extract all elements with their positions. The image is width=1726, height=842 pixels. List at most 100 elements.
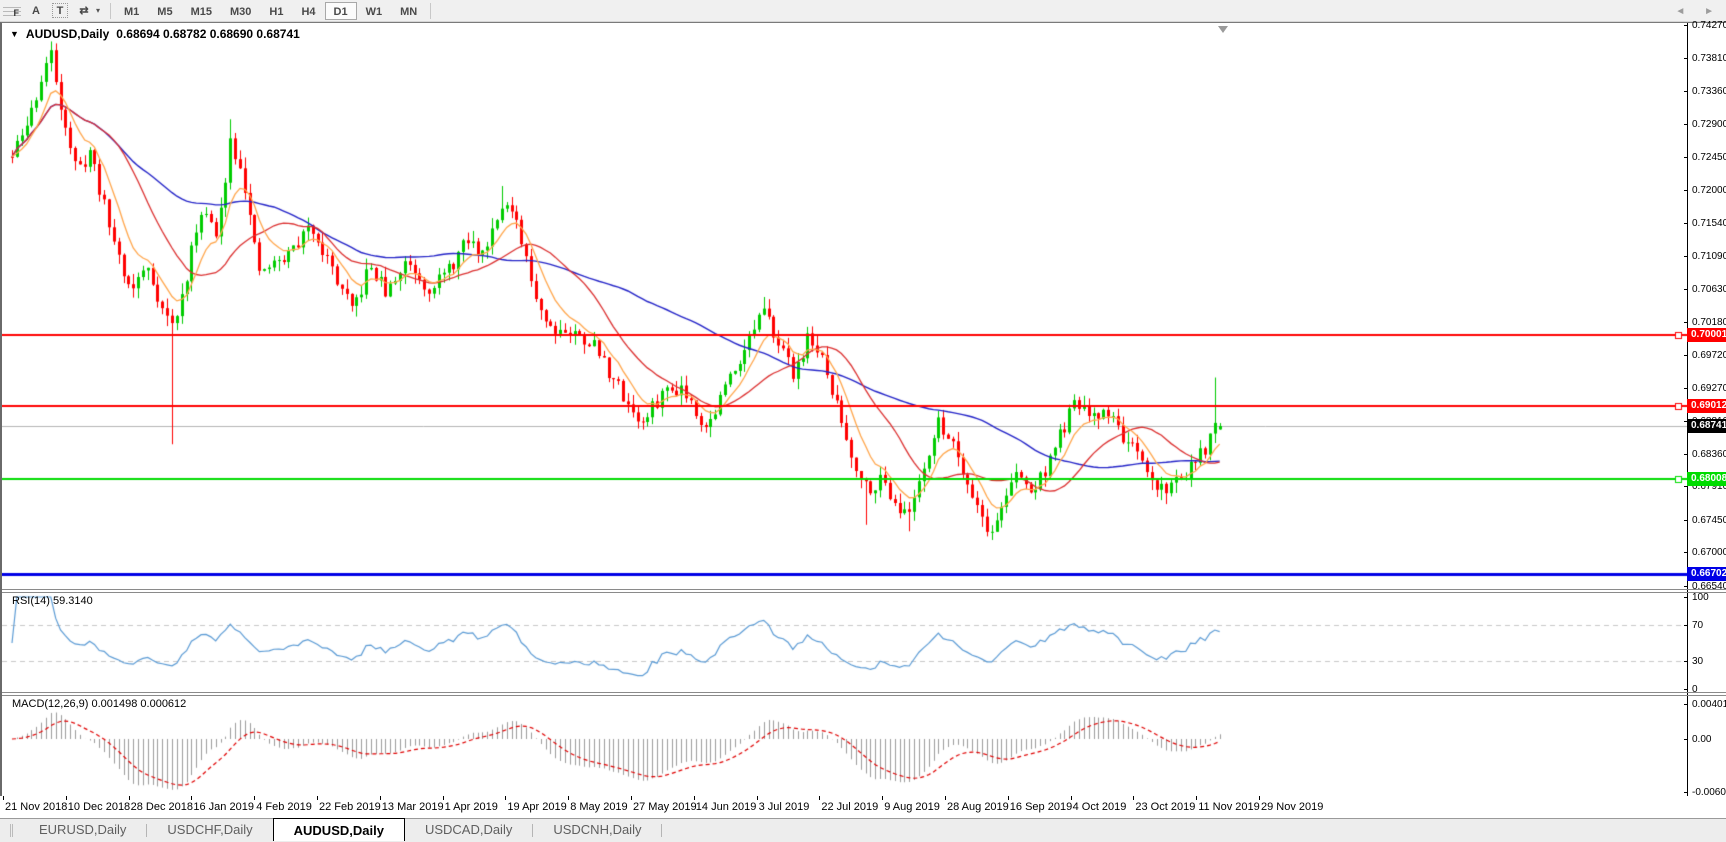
toolbar: F A T ⇄ ▾ M1M5M15M30H1H4D1W1MN <box>0 0 1726 22</box>
toolbar-separator <box>110 3 111 19</box>
pane-splitter[interactable] <box>2 592 1726 593</box>
level-price-label: 0.68008 <box>1687 472 1726 486</box>
date-tick <box>191 796 192 800</box>
date-tick <box>317 796 318 800</box>
date-tick <box>819 796 820 800</box>
price-tick: 0.67450 <box>1688 514 1726 527</box>
price-tick: 0.73810 <box>1688 52 1726 65</box>
text-label-icon[interactable]: A <box>25 2 47 20</box>
chart-tab-bar: EURUSD,DailyUSDCHF,DailyAUDUSD,DailyUSDC… <box>0 818 1726 842</box>
level-price-label: 0.66702 <box>1687 567 1726 581</box>
timeframe-button-h4[interactable]: H4 <box>292 2 324 20</box>
date-label: 22 Jul 2019 <box>821 801 878 813</box>
fibonacci-icon[interactable]: F <box>1 2 23 20</box>
chart-tab-audusd[interactable]: AUDUSD,Daily <box>273 818 405 841</box>
date-label: 28 Aug 2019 <box>947 801 1009 813</box>
tabbar-grip <box>10 824 13 837</box>
symbol-dropdown-icon[interactable]: ▼ <box>10 29 19 39</box>
chart-title: ▼ AUDUSD,Daily 0.68694 0.68782 0.68690 0… <box>10 27 300 41</box>
date-tick <box>254 796 255 800</box>
date-axis[interactable]: 21 Nov 201810 Dec 201828 Dec 201816 Jan … <box>0 796 1726 818</box>
text-glyph: T <box>52 3 68 18</box>
date-label: 21 Nov 2018 <box>5 801 67 813</box>
date-tick <box>1196 796 1197 800</box>
date-tick <box>1259 796 1260 800</box>
timeframe-button-h1[interactable]: H1 <box>260 2 292 20</box>
chart-window: ▼ AUDUSD,Daily 0.68694 0.68782 0.68690 0… <box>0 22 1726 796</box>
toolbar-separator <box>430 3 431 19</box>
arrows-glyph: ⇄ <box>79 4 88 17</box>
date-tick <box>568 796 569 800</box>
date-tick <box>694 796 695 800</box>
date-label: 10 Dec 2018 <box>68 801 130 813</box>
price-tick: 0.71090 <box>1688 250 1726 263</box>
chart-tab-usdcnh[interactable]: USDCNH,Daily <box>533 819 661 842</box>
date-tick <box>882 796 883 800</box>
chart-canvas[interactable] <box>2 23 1687 797</box>
timeframe-button-mn[interactable]: MN <box>391 2 426 20</box>
date-label: 4 Oct 2019 <box>1073 801 1127 813</box>
timeframe-button-m15[interactable]: M15 <box>182 2 221 20</box>
timeframe-button-d1[interactable]: D1 <box>325 2 357 20</box>
date-label: 1 Apr 2019 <box>445 801 498 813</box>
date-label: 3 Jul 2019 <box>759 801 810 813</box>
timeframe-button-m30[interactable]: M30 <box>221 2 260 20</box>
rsi-scale-tick: 30 <box>1688 655 1726 668</box>
pane-splitter[interactable] <box>2 695 1726 696</box>
price-tick: 0.74270 <box>1688 19 1726 32</box>
macd-indicator-label: MACD(12,26,9) 0.001498 0.000612 <box>12 698 186 710</box>
timeframe-button-m5[interactable]: M5 <box>148 2 181 20</box>
macd-scale-tick: 0.00 <box>1688 733 1726 746</box>
timeframe-button-w1[interactable]: W1 <box>357 2 392 20</box>
date-tick <box>1008 796 1009 800</box>
date-tick <box>505 796 506 800</box>
date-tick <box>1133 796 1134 800</box>
timeframe-button-m1[interactable]: M1 <box>115 2 148 20</box>
date-label: 14 Jun 2019 <box>696 801 757 813</box>
date-tick <box>757 796 758 800</box>
date-label: 19 Apr 2019 <box>507 801 566 813</box>
date-label: 11 Nov 2019 <box>1198 801 1260 813</box>
fibonacci-glyph: F <box>3 4 21 18</box>
chart-tab-eurusd[interactable]: EURUSD,Daily <box>19 819 146 842</box>
text-label-glyph: A <box>32 5 40 17</box>
date-tick <box>631 796 632 800</box>
price-tick: 0.68360 <box>1688 448 1726 461</box>
date-label: 28 Dec 2018 <box>131 801 193 813</box>
macd-scale-tick: 0.004017 <box>1688 698 1726 711</box>
arrows-icon[interactable]: ⇄ <box>73 2 95 20</box>
tab-scroll-arrows[interactable]: ◄ ► <box>1675 6 1722 17</box>
date-label: 4 Feb 2019 <box>256 801 312 813</box>
date-tick <box>129 796 130 800</box>
price-tick: 0.72000 <box>1688 184 1726 197</box>
level-price-label: 0.69012 <box>1687 399 1726 413</box>
price-tick: 0.71540 <box>1688 217 1726 230</box>
date-label: 22 Feb 2019 <box>319 801 381 813</box>
price-tick: 0.69270 <box>1688 382 1726 395</box>
tab-divider <box>661 824 662 837</box>
chart-tab-usdchf[interactable]: USDCHF,Daily <box>147 819 272 842</box>
price-tick: 0.72450 <box>1688 151 1726 164</box>
chart-tab-usdcad[interactable]: USDCAD,Daily <box>405 819 532 842</box>
date-tick <box>443 796 444 800</box>
date-tick <box>3 796 4 800</box>
date-label: 16 Sep 2019 <box>1010 801 1072 813</box>
price-axis[interactable]: 0.742700.738100.733600.729000.724500.720… <box>1688 23 1726 797</box>
date-label: 13 Mar 2019 <box>382 801 444 813</box>
timeframe-bar: M1M5M15M30H1H4D1W1MN <box>115 2 426 20</box>
trading-platform-window: F A T ⇄ ▾ M1M5M15M30H1H4D1W1MN ▼ AUDUSD,… <box>0 0 1726 842</box>
current-price-label: 0.68741 <box>1687 419 1726 433</box>
pane-splitter[interactable] <box>2 589 1726 590</box>
price-tick: 0.72900 <box>1688 118 1726 131</box>
level-price-label: 0.70001 <box>1687 328 1726 342</box>
date-tick <box>380 796 381 800</box>
text-icon[interactable]: T <box>49 2 71 20</box>
dropdown-caret-icon[interactable]: ▾ <box>96 6 106 15</box>
date-tick <box>945 796 946 800</box>
date-label: 9 Aug 2019 <box>884 801 940 813</box>
date-label: 27 May 2019 <box>633 801 697 813</box>
pane-splitter[interactable] <box>2 692 1726 693</box>
chart-shift-marker <box>1218 26 1228 33</box>
price-tick: 0.73360 <box>1688 85 1726 98</box>
rsi-scale-tick: 70 <box>1688 619 1726 632</box>
